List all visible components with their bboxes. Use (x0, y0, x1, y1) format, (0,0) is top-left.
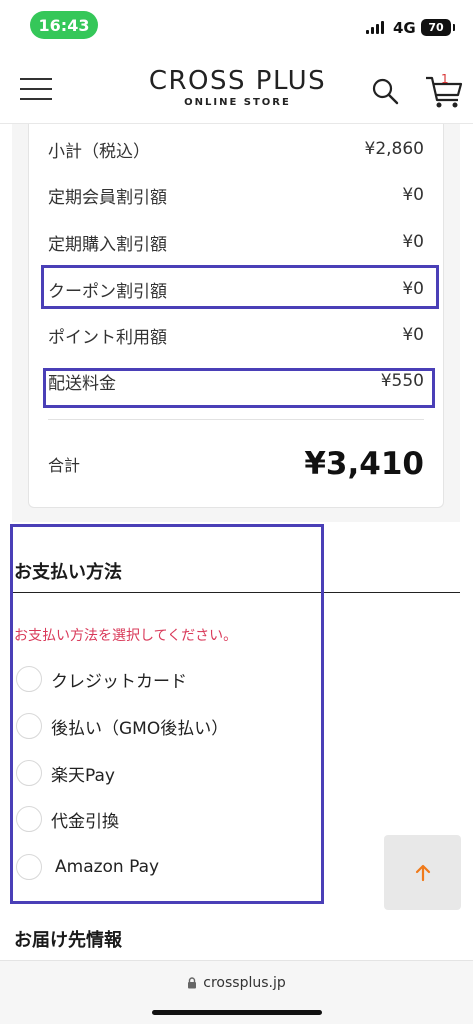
summary-label: 小計（税込） (48, 141, 150, 162)
back-to-top-button[interactable] (384, 835, 461, 910)
logo-main: CROSS PLUS (148, 66, 327, 96)
shipping-section-title: お届け先情報 (14, 930, 122, 951)
network-label: 4G (393, 19, 416, 37)
battery-icon: 70 (421, 19, 455, 36)
highlight-coupon-row (41, 265, 439, 309)
highlight-shipping-row (43, 368, 435, 408)
summary-label: ポイント利用額 (48, 327, 167, 348)
summary-row-points-used: ポイント利用額 ¥0 (48, 320, 424, 350)
url-text: crossplus.jp (203, 975, 286, 991)
status-bar: 16:43 4G 70 (0, 0, 473, 52)
summary-value: ¥0 (402, 232, 424, 252)
home-indicator[interactable] (152, 1010, 322, 1015)
summary-label: 定期購入割引額 (48, 234, 167, 255)
search-icon[interactable] (371, 77, 399, 105)
summary-total: 合計 ¥3,410 (48, 440, 424, 488)
browser-url-bar[interactable]: crossplus.jp (0, 960, 473, 1024)
summary-row-member-discount: 定期会員割引額 ¥0 (48, 180, 424, 210)
battery-level: 70 (428, 21, 444, 34)
url-display[interactable]: crossplus.jp (0, 975, 473, 991)
total-label: 合計 (48, 456, 81, 475)
summary-value: ¥0 (402, 325, 424, 345)
logo-sub: ONLINE STORE (184, 97, 291, 108)
total-value: ¥3,410 (304, 446, 424, 482)
menu-icon[interactable] (20, 78, 52, 100)
highlight-payment-section (10, 524, 324, 904)
summary-row-subscription-discount: 定期購入割引額 ¥0 (48, 227, 424, 257)
summary-divider (48, 419, 424, 420)
status-time: 16:43 (30, 11, 98, 39)
summary-label: 定期会員割引額 (48, 187, 167, 208)
site-header: CROSS PLUS ONLINE STORE (0, 52, 473, 124)
cart-count-badge: 1 (441, 72, 449, 86)
store-logo[interactable]: CROSS PLUS ONLINE STORE (145, 66, 330, 110)
summary-value: ¥2,860 (364, 139, 424, 159)
summary-value: ¥0 (402, 185, 424, 205)
arrow-up-icon (415, 864, 430, 881)
summary-row-subtotal: 小計（税込） ¥2,860 (48, 134, 424, 164)
signal-icon (366, 21, 384, 34)
lock-icon (188, 977, 197, 989)
